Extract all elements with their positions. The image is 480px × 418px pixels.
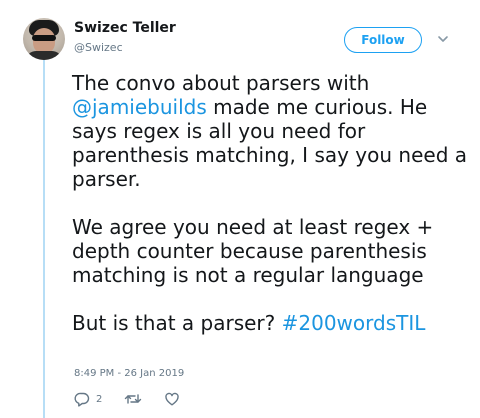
- heart-icon: [165, 392, 180, 406]
- like-button[interactable]: [164, 391, 180, 407]
- avatar[interactable]: [23, 18, 65, 60]
- tweet-timestamp[interactable]: 8:49 PM - 26 Jan 2019: [74, 368, 184, 379]
- tweet-text-segment: But is that a parser?: [72, 311, 282, 335]
- tweet-text-segment: The convo about parsers with: [72, 71, 370, 95]
- reply-count: 2: [96, 393, 103, 405]
- chevron-down-icon[interactable]: [436, 32, 450, 46]
- tweet-text: The convo about parsers with @jamiebuild…: [72, 71, 472, 335]
- author-name[interactable]: Swizec Teller: [74, 20, 176, 36]
- thread-line: [43, 58, 45, 418]
- avatar-glasses: [32, 35, 56, 41]
- avatar-shirt: [26, 51, 62, 60]
- tweet-paragraph-3: But is that a parser? #200wordsTIL: [72, 311, 472, 335]
- tweet-paragraph-1: The convo about parsers with @jamiebuild…: [72, 71, 472, 191]
- tweet-actions: 2: [74, 390, 202, 408]
- reply-button[interactable]: 2: [74, 391, 102, 407]
- mention-link[interactable]: @jamiebuilds: [72, 95, 207, 119]
- retweet-button[interactable]: [124, 391, 142, 407]
- follow-button[interactable]: Follow: [344, 27, 422, 53]
- author-handle[interactable]: @Swizec: [74, 41, 123, 54]
- hashtag-link[interactable]: #200wordsTIL: [282, 311, 426, 335]
- retweet-icon: [125, 394, 142, 404]
- reply-icon: [74, 392, 90, 407]
- tweet-paragraph-2: We agree you need at least regex + depth…: [72, 215, 434, 287]
